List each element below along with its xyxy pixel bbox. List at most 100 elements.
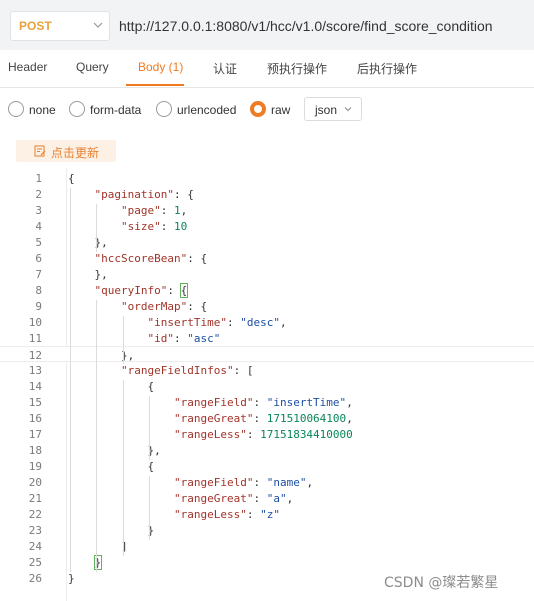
code-line[interactable]: 19 { bbox=[0, 458, 534, 474]
code-line[interactable]: 3 "page": 1, bbox=[0, 202, 534, 218]
tab-body[interactable]: Body (1) bbox=[138, 60, 183, 74]
json-string: "desc" bbox=[240, 316, 280, 329]
line-number: 22 bbox=[28, 508, 42, 521]
code-line[interactable]: 8 "queryInfo": { bbox=[0, 282, 534, 298]
json-key: "orderMap" bbox=[120, 300, 188, 313]
method-select[interactable]: POST bbox=[10, 11, 110, 41]
method-label: POST bbox=[19, 19, 52, 33]
code-editor[interactable]: 1{2 "pagination": {3 "page": 1, 4 "size":… bbox=[0, 168, 534, 601]
code-text: }, bbox=[68, 236, 108, 249]
json-key: "hccScoreBean" bbox=[94, 252, 188, 265]
radio-none[interactable] bbox=[8, 101, 24, 117]
code-text: ] bbox=[68, 540, 128, 553]
code-text: }, bbox=[68, 349, 134, 362]
indent-guide bbox=[96, 204, 98, 252]
json-punctuation: : { bbox=[187, 300, 208, 313]
json-punctuation: : [ bbox=[233, 364, 254, 377]
code-line[interactable]: 25 } bbox=[0, 554, 534, 570]
code-line[interactable]: 13 "rangeFieldInfos": [ bbox=[0, 362, 534, 378]
tab-query[interactable]: Query bbox=[76, 60, 109, 74]
json-punctuation: : bbox=[246, 508, 261, 521]
json-punctuation: { bbox=[68, 172, 75, 185]
json-punctuation: { bbox=[68, 380, 155, 393]
line-number: 16 bbox=[28, 412, 42, 425]
code-line[interactable]: 12 }, bbox=[0, 346, 534, 362]
radio-form-data[interactable] bbox=[69, 101, 85, 117]
json-key: "insertTime" bbox=[147, 316, 227, 329]
code-line[interactable]: 4 "size": 10 bbox=[0, 218, 534, 234]
refresh-button[interactable]: 点击更新 bbox=[16, 140, 116, 162]
code-text: "orderMap": { bbox=[68, 300, 207, 313]
radio-raw[interactable] bbox=[250, 101, 266, 117]
json-string: "insertTime" bbox=[266, 396, 347, 409]
line-number: 5 bbox=[35, 236, 42, 249]
json-punctuation: : { bbox=[173, 188, 194, 201]
code-line[interactable]: 7 }, bbox=[0, 266, 534, 282]
code-line[interactable]: 23 } bbox=[0, 522, 534, 538]
json-punctuation: }, bbox=[68, 236, 108, 249]
code-text: "size": 10 bbox=[68, 220, 187, 233]
json-punctuation: : bbox=[253, 492, 267, 505]
request-bar: POST http://127.0.0.1:8080/v1/hcc/v1.0/s… bbox=[0, 0, 534, 50]
code-line[interactable]: 14 { bbox=[0, 378, 534, 394]
format-select[interactable]: json bbox=[304, 97, 362, 121]
json-key: "size" bbox=[120, 220, 161, 233]
line-number: 13 bbox=[28, 364, 42, 377]
line-number: 2 bbox=[35, 188, 42, 201]
tab-header[interactable]: Header bbox=[8, 60, 47, 74]
line-number: 23 bbox=[28, 524, 42, 537]
tab-post-request[interactable]: 后执行操作 bbox=[357, 60, 417, 77]
code-line[interactable]: 9 "orderMap": { bbox=[0, 298, 534, 314]
document-edit-icon bbox=[34, 145, 46, 157]
line-number: 3 bbox=[35, 204, 42, 217]
tab-auth[interactable]: 认证 bbox=[213, 60, 237, 77]
refresh-button-label: 点击更新 bbox=[51, 146, 100, 160]
json-number: 171510064100 bbox=[266, 412, 347, 425]
chevron-down-icon bbox=[93, 22, 103, 28]
indent-guide bbox=[149, 476, 151, 540]
json-key: "rangeLess" bbox=[173, 428, 247, 441]
body-type-row: none form-data urlencoded raw json bbox=[0, 96, 534, 124]
url-input[interactable]: http://127.0.0.1:8080/v1/hcc/v1.0/score/… bbox=[119, 18, 493, 34]
json-string: "z" bbox=[260, 508, 280, 521]
code-line[interactable]: 11 "id": "asc" bbox=[0, 330, 534, 346]
line-number: 4 bbox=[35, 220, 42, 233]
code-line[interactable]: 22 "rangeLess": "z" bbox=[0, 506, 534, 522]
tab-pre-request[interactable]: 预执行操作 bbox=[267, 60, 327, 77]
code-text: }, bbox=[68, 268, 107, 281]
code-line[interactable]: 21 "rangeGreat": "a", bbox=[0, 490, 534, 506]
code-text: "pagination": { bbox=[68, 188, 194, 201]
code-line[interactable]: 15 "rangeField": "insertTime", bbox=[0, 394, 534, 410]
indent-guide bbox=[122, 316, 124, 364]
json-punctuation: } bbox=[68, 524, 155, 537]
code-line[interactable]: 18 }, bbox=[0, 442, 534, 458]
json-punctuation bbox=[68, 508, 174, 521]
indent-guide bbox=[149, 396, 151, 460]
radio-urlencoded[interactable] bbox=[156, 101, 172, 117]
code-line[interactable]: 17 "rangeLess": 17151834410000 bbox=[0, 426, 534, 442]
json-punctuation: : bbox=[173, 332, 188, 345]
json-string: "name" bbox=[266, 476, 307, 489]
line-number: 25 bbox=[28, 556, 42, 569]
json-punctuation bbox=[68, 556, 95, 569]
json-number: 10 bbox=[173, 220, 188, 233]
code-line[interactable]: 1{ bbox=[0, 170, 534, 186]
json-punctuation: : bbox=[246, 428, 261, 441]
line-number: 7 bbox=[35, 268, 42, 281]
code-text: "page": 1, bbox=[68, 204, 187, 217]
code-line[interactable]: 6 "hccScoreBean": { bbox=[0, 250, 534, 266]
line-number: 20 bbox=[28, 476, 42, 489]
code-text: "insertTime": "desc", bbox=[68, 316, 286, 329]
json-key: "rangeField" bbox=[173, 396, 254, 409]
json-punctuation: , bbox=[180, 204, 188, 217]
json-punctuation bbox=[68, 412, 174, 425]
code-line[interactable]: 24 ] bbox=[0, 538, 534, 554]
code-text: { bbox=[68, 380, 154, 393]
code-line[interactable]: 10 "insertTime": "desc", bbox=[0, 314, 534, 330]
line-number: 8 bbox=[35, 284, 42, 297]
code-line[interactable]: 16 "rangeGreat": 171510064100, bbox=[0, 410, 534, 426]
code-line[interactable]: 2 "pagination": { bbox=[0, 186, 534, 202]
json-punctuation: : bbox=[253, 412, 267, 425]
code-line[interactable]: 5 }, bbox=[0, 234, 534, 250]
code-line[interactable]: 20 "rangeField": "name", bbox=[0, 474, 534, 490]
